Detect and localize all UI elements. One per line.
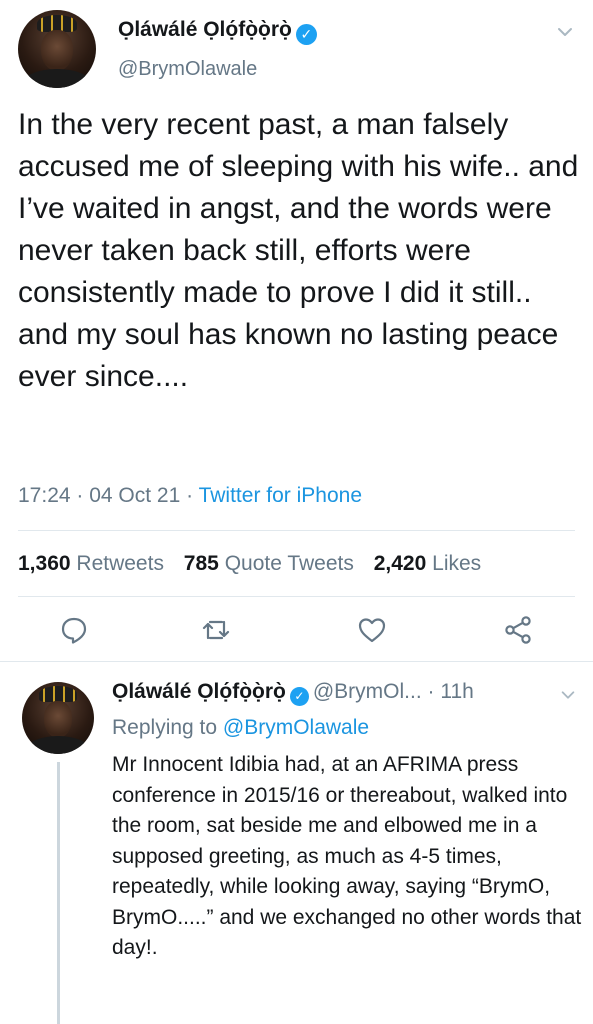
meta-separator: · (427, 680, 441, 703)
quotes-stat[interactable]: 785 Quote Tweets (184, 552, 354, 575)
reply-text: Mr Innocent Idibia had, at an AFRIMA pre… (112, 753, 582, 959)
tweet-date: 04 Oct 21 (89, 484, 181, 507)
quotes-count: 785 (183, 552, 219, 575)
reply-handle[interactable]: @BrymOl... (313, 680, 422, 703)
avatar[interactable] (22, 682, 94, 754)
likes-count: 2,420 (373, 552, 427, 575)
user-handle[interactable]: @BrymOlawale (118, 58, 257, 81)
verified-badge-icon: ✓ (295, 24, 317, 45)
display-name[interactable]: Ọláwálé Ọlọ́fọ̀ọ̀rọ̀ ✓ (118, 18, 317, 45)
share-icon[interactable] (502, 614, 534, 646)
quotes-label: Quote Tweets (224, 552, 354, 575)
avatar-shoulders (25, 736, 91, 754)
chevron-down-icon[interactable] (559, 686, 577, 704)
avatar-face (43, 700, 73, 739)
likes-stat[interactable]: 2,420 Likes (374, 552, 481, 575)
retweets-label: Retweets (76, 552, 164, 575)
tweet-actions (0, 614, 593, 648)
likes-label: Likes (432, 552, 482, 575)
meta-separator: · (76, 484, 90, 507)
reply-header: Ọláwálé Ọlọ́fọ̀ọ̀rọ̀ ✓ @BrymOl... · 11h (112, 680, 582, 706)
speech-bubble-icon[interactable] (58, 614, 90, 646)
thread-line (57, 762, 60, 1024)
avatar-cap (36, 14, 78, 32)
tweet-text: In the very recent past, a man falsely a… (18, 108, 579, 393)
avatar-shoulders (21, 68, 93, 88)
replying-prefix: Replying to (112, 716, 218, 739)
replying-to: Replying to @BrymOlawale (112, 716, 369, 740)
reply-age[interactable]: 11h (440, 680, 473, 703)
tweet-source-link[interactable]: Twitter for iPhone (199, 484, 362, 507)
replying-mention-link[interactable]: @BrymOlawale (223, 716, 369, 739)
heart-icon[interactable] (356, 614, 388, 646)
avatar[interactable] (18, 10, 96, 88)
verified-badge-icon: ✓ (289, 687, 309, 706)
reply-display-name[interactable]: Ọláwálé Ọlọ́fọ̀ọ̀rọ̀ (112, 680, 286, 703)
divider (18, 530, 575, 531)
tweet-stats: 1,360 Retweets 785 Quote Tweets 2,420 Li… (18, 552, 495, 576)
display-name-text[interactable]: Ọláwálé Ọlọ́fọ̀ọ̀rọ̀ (118, 18, 292, 41)
meta-separator: · (186, 484, 199, 507)
divider (18, 596, 575, 597)
retweet-icon[interactable] (200, 614, 232, 646)
main-tweet: Ọláwálé Ọlọ́fọ̀ọ̀rọ̀ ✓ @BrymOlawale In th… (0, 0, 593, 660)
avatar-cap (39, 686, 77, 703)
tweet-time: 17:24 (18, 484, 71, 507)
reply-tweet[interactable]: Ọláwálé Ọlọ́fọ̀ọ̀rọ̀ ✓ @BrymOl... · 11h Re… (0, 662, 593, 1024)
chevron-down-icon[interactable] (555, 22, 575, 42)
retweets-count: 1,360 (18, 552, 71, 575)
tweet-meta: 17:24 · 04 Oct 21 · Twitter for iPhone (18, 484, 362, 508)
avatar-face (41, 30, 73, 71)
retweets-stat[interactable]: 1,360 Retweets (18, 552, 164, 575)
